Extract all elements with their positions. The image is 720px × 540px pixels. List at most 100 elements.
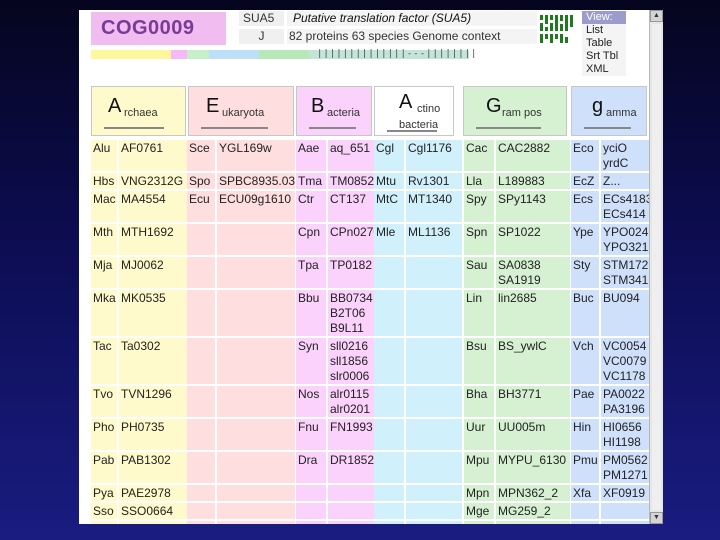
species-code-cell[interactable]: Pab [91,452,117,483]
species-code-cell[interactable]: Cgl [374,140,404,171]
species-code-cell[interactable]: Hin [571,419,599,450]
gene-id-cell[interactable]: L189883 [496,173,570,189]
species-code-cell[interactable]: Mge [464,503,494,519]
gene-id-cell[interactable]: AF0761 [119,140,189,171]
species-code-cell[interactable]: Mpn [464,485,494,501]
species-code-cell[interactable]: Syn [296,338,326,384]
species-code-cell[interactable]: Lla [464,173,494,189]
gene-id-cell[interactable]: Cgl1176 [406,140,462,171]
gene-id-cell[interactable]: sll0216 sll1856 slr0006 [328,338,374,384]
vertical-scrollbar[interactable]: ▲ ▼ [649,10,663,524]
species-code-cell[interactable]: Mtu [374,173,404,189]
species-code-cell[interactable]: Ype [571,224,599,255]
view-table-link[interactable]: Table [582,37,626,50]
species-code-cell[interactable]: Spn [464,224,494,255]
gene-id-cell[interactable]: SSO0664 [119,503,189,519]
gene-id-cell[interactable]: STM172 STM341 [601,257,649,288]
gene-id-cell[interactable]: CPn0270 [328,224,374,255]
species-code-cell[interactable]: Ctr [296,191,326,222]
gene-id-cell[interactable]: MK0535 [119,290,189,336]
group-header-gram-positive[interactable]: G ram pos [463,86,567,136]
species-code-cell[interactable]: Mac [91,191,117,222]
view-sorted-table-link[interactable]: Srt Tbl [582,50,626,63]
gene-id-cell[interactable]: BU094 [601,290,649,336]
species-code-cell[interactable]: Aae [296,140,326,171]
gene-id-cell[interactable]: VC0054 VC0079 VC1178 [601,338,649,384]
gene-id-cell[interactable]: PA0022 PA3196 [601,386,649,417]
species-code-cell[interactable]: Tma [296,173,326,189]
species-code-cell[interactable]: Xfa [571,485,599,501]
species-code-cell[interactable]: Eco [571,140,599,171]
species-code-cell[interactable]: Pya [91,485,117,501]
gene-id-cell[interactable]: YPO024 YPO321 [601,224,649,255]
gene-id-cell[interactable]: SPBC8935.03c [217,173,295,189]
gene-id-cell[interactable]: TM0852 [328,173,374,189]
species-code-cell[interactable]: Ecs [571,191,599,222]
species-code-cell[interactable]: Spy [464,191,494,222]
species-code-cell[interactable]: Mka [91,290,117,336]
species-code-cell[interactable]: Tpa [296,257,326,288]
gene-id-cell[interactable]: CAC2882 [496,140,570,171]
group-header-archaea[interactable]: A rchaea [91,86,186,136]
gene-id-cell[interactable]: MT1340 [406,191,462,222]
gene-id-cell[interactable]: yciO yrdC [601,140,649,171]
gene-id-cell[interactable]: MJ0062 [119,257,189,288]
gene-id-cell[interactable]: aq_651 [328,140,374,171]
view-list-link[interactable]: List [582,24,626,37]
gene-id-cell[interactable]: TP0182 [328,257,374,288]
species-code-cell[interactable]: Ape [91,521,117,524]
species-code-cell[interactable]: Buc [571,290,599,336]
species-code-cell[interactable]: Mle [374,224,404,255]
gene-id-cell[interactable]: Rv1301 [406,173,462,189]
species-code-cell[interactable]: Bbu [296,290,326,336]
gene-id-cell[interactable]: ECs4183 ECs414 [601,191,649,222]
species-code-cell[interactable]: Lin [464,290,494,336]
gene-id-cell[interactable]: UU005m [496,419,570,450]
gene-id-cell[interactable]: FN1993 [328,419,374,450]
gene-id-cell[interactable]: SPy1143 [496,191,570,222]
group-header-bacteria[interactable]: B acteria [296,86,372,136]
species-code-cell[interactable]: Cac [464,140,494,171]
gene-id-cell[interactable]: MG259_2 [496,503,570,519]
gene-id-cell[interactable]: PH0735 [119,419,189,450]
species-code-cell[interactable]: Alu [91,140,117,171]
gene-id-cell[interactable]: MA4554 [119,191,189,222]
gene-id-cell[interactable]: XF0919 [601,485,649,501]
gene-id-cell[interactable]: PAB1302 [119,452,189,483]
species-code-cell[interactable]: Tac [91,338,117,384]
gene-id-cell[interactable]: TVN1296 [119,386,189,417]
gene-id-cell[interactable]: Z... [601,173,649,189]
gene-id-cell[interactable]: MTH1692 [119,224,189,255]
species-code-cell[interactable]: Ecu [187,191,215,222]
species-code-cell[interactable]: Pae [571,386,599,417]
species-code-cell[interactable]: Cpn [296,224,326,255]
group-header-eukaryota[interactable]: E ukaryota [188,86,294,136]
species-code-cell[interactable]: Vch [571,338,599,384]
gene-id-cell[interactable]: SA0838 SA1919 [496,257,570,288]
species-code-cell[interactable]: Bsu [464,338,494,384]
species-code-cell[interactable]: Uur [464,419,494,450]
species-code-cell[interactable]: Pho [91,419,117,450]
gene-id-cell[interactable]: BB0734 B2T06 B9L11 [328,290,374,336]
species-code-cell[interactable]: Sso [91,503,117,519]
species-code-cell[interactable]: Nos [296,386,326,417]
gene-id-cell[interactable]: DR1852 [328,452,374,483]
scroll-track[interactable] [652,24,661,510]
gene-id-cell[interactable]: MYPU_6130 [496,452,570,483]
species-code-cell[interactable]: Mth [91,224,117,255]
species-code-cell[interactable]: Mpu [464,452,494,483]
gene-id-cell[interactable]: HI0656 HI1198 [601,419,649,450]
species-code-cell[interactable]: Hbs [91,173,117,189]
species-code-cell[interactable]: Pmu [571,452,599,483]
gene-id-cell[interactable]: PM0562 PM1271 [601,452,649,483]
view-xml-link[interactable]: XML [582,63,626,76]
gene-id-cell[interactable]: YGL169w [217,140,295,171]
scroll-down-arrow-icon[interactable]: ▼ [650,512,663,524]
species-code-cell[interactable]: Sau [464,257,494,288]
gene-id-cell[interactable]: APE2397 [119,521,189,524]
gene-id-cell[interactable]: PAE2978 [119,485,189,501]
gene-id-cell[interactable]: CT137 [328,191,374,222]
species-code-cell[interactable]: Spo [187,173,215,189]
species-code-cell[interactable]: Dra [296,452,326,483]
species-code-cell[interactable]: Mja [91,257,117,288]
